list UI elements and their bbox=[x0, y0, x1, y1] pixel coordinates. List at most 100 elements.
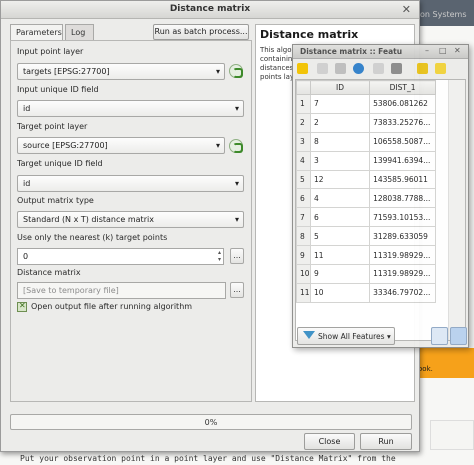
attribute-table-window: Distance matrix :: Featu – □ ✕ ID DIST_1… bbox=[292, 44, 469, 348]
id-cell[interactable]: 9 bbox=[309, 264, 371, 284]
tab-parameters[interactable]: Parameters bbox=[10, 24, 63, 40]
tab-log[interactable]: Log bbox=[65, 24, 94, 40]
dist-cell[interactable]: 71593.10153... bbox=[369, 207, 436, 228]
id-cell[interactable]: 7 bbox=[309, 94, 371, 114]
dist-cell[interactable]: 11319.98929... bbox=[369, 264, 436, 284]
output-file-field[interactable]: [Save to temporary file] bbox=[17, 282, 226, 299]
output-file-placeholder: [Save to temporary file] bbox=[23, 286, 119, 295]
background-bottom-text: Put your observation point in a point la… bbox=[20, 454, 396, 463]
row-number[interactable]: 5 bbox=[296, 169, 311, 190]
target-id-select[interactable]: id ▾ bbox=[17, 175, 244, 192]
close-icon[interactable]: ✕ bbox=[402, 3, 411, 16]
spinner-arrows-icon[interactable]: ▴ ▾ bbox=[218, 249, 221, 263]
dialog-titlebar[interactable]: Distance matrix ✕ bbox=[1, 1, 419, 19]
iterate-refresh-icon[interactable] bbox=[229, 64, 243, 78]
input-id-label: Input unique ID field bbox=[17, 85, 99, 94]
table-row[interactable]: 7 6 71593.10153... bbox=[296, 207, 436, 228]
id-cell[interactable]: 6 bbox=[309, 207, 371, 228]
row-number[interactable]: 9 bbox=[296, 245, 311, 266]
minimize-icon[interactable]: – bbox=[425, 46, 429, 55]
table-row[interactable]: 11 10 33346.79702... bbox=[296, 282, 436, 303]
save-icon[interactable] bbox=[335, 63, 346, 74]
select-all-icon[interactable] bbox=[435, 63, 446, 74]
row-number[interactable]: 4 bbox=[296, 150, 311, 171]
table-row[interactable]: 1 7 53806.081262 bbox=[296, 94, 436, 114]
table-row[interactable]: 2 2 73833.25276... bbox=[296, 112, 436, 133]
run-button[interactable]: Run bbox=[360, 433, 412, 450]
table-row[interactable]: 4 3 139941.6394... bbox=[296, 150, 436, 171]
vertical-scrollbar[interactable] bbox=[448, 80, 465, 340]
id-cell[interactable]: 5 bbox=[309, 226, 371, 247]
dist-cell[interactable]: 106558.5087... bbox=[369, 131, 436, 152]
table-view-icon[interactable] bbox=[450, 327, 467, 345]
id-cell[interactable]: 11 bbox=[309, 245, 371, 266]
table-row[interactable]: 8 5 31289.633059 bbox=[296, 226, 436, 247]
nearest-k-spinbox[interactable]: 0 ▴ ▾ bbox=[17, 248, 224, 265]
chevron-down-icon: ▾ bbox=[234, 215, 239, 224]
row-number[interactable]: 3 bbox=[296, 131, 311, 152]
id-cell[interactable]: 12 bbox=[309, 169, 371, 190]
show-all-label: Show All Features bbox=[318, 332, 385, 341]
pencil-icon[interactable] bbox=[297, 63, 308, 74]
dist-cell[interactable]: 143585.96011 bbox=[369, 169, 436, 190]
edit-icon[interactable] bbox=[317, 63, 328, 74]
dist-cell[interactable]: 11319.98929... bbox=[369, 245, 436, 266]
chevron-down-icon: ▾ bbox=[386, 332, 391, 341]
progress-bar: 0% bbox=[10, 414, 412, 430]
delete-icon[interactable] bbox=[391, 63, 402, 74]
background-orange-banner bbox=[412, 348, 474, 378]
chevron-down-icon: ▾ bbox=[234, 104, 239, 113]
input-layer-label: Input point layer bbox=[17, 47, 84, 56]
open-output-checkbox[interactable] bbox=[17, 301, 27, 312]
target-id-label: Target unique ID field bbox=[17, 159, 103, 168]
target-layer-select[interactable]: source [EPSG:27700] ▾ bbox=[17, 137, 225, 154]
id-cell[interactable]: 8 bbox=[309, 131, 371, 152]
row-number[interactable]: 10 bbox=[296, 264, 311, 284]
column-header-dist[interactable]: DIST_1 bbox=[369, 80, 436, 95]
dist-cell[interactable]: 31289.633059 bbox=[369, 226, 436, 247]
dist-cell[interactable]: 139941.6394... bbox=[369, 150, 436, 171]
matrix-type-select[interactable]: Standard (N x T) distance matrix ▾ bbox=[17, 211, 244, 228]
output-label: Distance matrix bbox=[17, 268, 81, 277]
chevron-down-icon: ▾ bbox=[215, 67, 220, 76]
row-number[interactable]: 6 bbox=[296, 188, 311, 209]
table-row[interactable]: 3 8 106558.5087... bbox=[296, 131, 436, 152]
row-number[interactable]: 11 bbox=[296, 282, 311, 303]
table-row[interactable]: 10 9 11319.98929... bbox=[296, 264, 436, 284]
id-cell[interactable]: 10 bbox=[309, 282, 371, 303]
attribute-table-titlebar[interactable]: Distance matrix :: Featu – □ ✕ bbox=[293, 45, 468, 59]
run-as-batch-button[interactable]: Run as batch process... bbox=[153, 24, 249, 40]
dist-cell[interactable]: 33346.79702... bbox=[369, 282, 436, 303]
reload-icon[interactable] bbox=[353, 63, 364, 74]
table-row[interactable]: 6 4 128038.7788... bbox=[296, 188, 436, 209]
nearest-k-options-button[interactable]: ... bbox=[230, 248, 244, 264]
close-button[interactable]: Close bbox=[304, 433, 355, 450]
row-number[interactable]: 8 bbox=[296, 226, 311, 247]
attribute-table: ID DIST_1 1 7 53806.081262 2 2 73833.25276...… bbox=[295, 79, 466, 341]
output-browse-button[interactable]: ... bbox=[230, 282, 244, 298]
attribute-table-footer: Show All Features ▾ bbox=[295, 327, 467, 347]
select-by-expression-icon[interactable] bbox=[417, 63, 428, 74]
table-row[interactable]: 9 11 11319.98929... bbox=[296, 245, 436, 266]
nearest-k-value: 0 bbox=[23, 252, 29, 261]
dist-cell[interactable]: 73833.25276... bbox=[369, 112, 436, 133]
dist-cell[interactable]: 128038.7788... bbox=[369, 188, 436, 209]
matrix-type-label: Output matrix type bbox=[17, 196, 94, 205]
column-header-id[interactable]: ID bbox=[309, 80, 371, 95]
row-number[interactable]: 7 bbox=[296, 207, 311, 228]
id-cell[interactable]: 2 bbox=[309, 112, 371, 133]
input-layer-select[interactable]: targets [EPSG:27700] ▾ bbox=[17, 63, 225, 80]
add-feature-icon[interactable] bbox=[373, 63, 384, 74]
close-icon[interactable]: ✕ bbox=[454, 46, 461, 55]
table-row[interactable]: 5 12 143585.96011 bbox=[296, 169, 436, 190]
id-cell[interactable]: 3 bbox=[309, 150, 371, 171]
dist-cell[interactable]: 53806.081262 bbox=[369, 94, 436, 114]
form-view-icon[interactable] bbox=[431, 327, 448, 345]
maximize-icon[interactable]: □ bbox=[439, 46, 447, 55]
iterate-refresh-icon[interactable] bbox=[229, 139, 243, 153]
row-number[interactable]: 2 bbox=[296, 112, 311, 133]
show-all-features-button[interactable]: Show All Features ▾ bbox=[297, 327, 395, 345]
row-number[interactable]: 1 bbox=[296, 94, 311, 114]
input-id-select[interactable]: id ▾ bbox=[17, 100, 244, 117]
id-cell[interactable]: 4 bbox=[309, 188, 371, 209]
